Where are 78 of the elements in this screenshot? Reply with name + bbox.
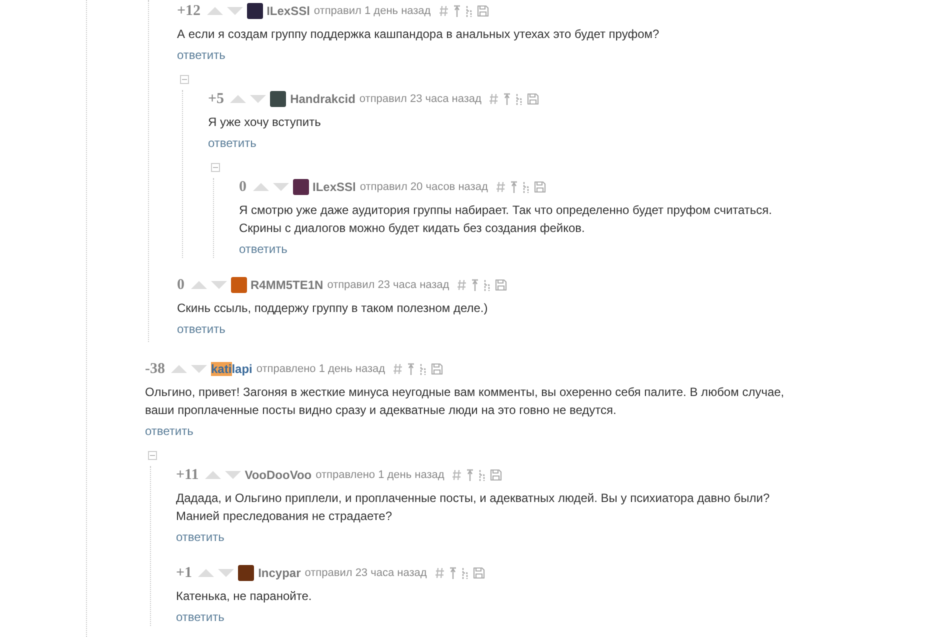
save-icon[interactable] [534, 181, 546, 193]
rating: 0 [177, 276, 184, 294]
reply-link[interactable]: ответить [145, 422, 194, 440]
arrow-up-icon[interactable] [510, 180, 518, 194]
post-time: отправил 23 часа назад [327, 279, 450, 291]
branch-icon[interactable] [522, 180, 530, 194]
rating: +11 [176, 466, 199, 484]
comment-text: Ольгино, привет! Загоняя в жесткие минуса неугодные вам комменты, вы охеренно себя палите. В любом случае, ваши проплаченные посты видно сразу и адекватные люди на это говно не ведутся. [145, 384, 786, 419]
arrow-up-icon[interactable] [407, 362, 416, 376]
reply-link[interactable]: ответить [239, 240, 288, 258]
save-icon[interactable] [527, 93, 540, 105]
author-name[interactable]: Handrakcid [290, 92, 356, 106]
upvote-icon[interactable] [206, 7, 223, 15]
avatar[interactable] [270, 91, 286, 107]
post-time: отправил 1 день назад [314, 5, 431, 17]
comment-text: Я смотрю уже даже аудитория группы набирает. Так что определенно будет пруфом считаться. Скрины с диалогов можно будет кидать без создания фейков. [239, 202, 774, 237]
comment-text: Катенька, не паранойте. [176, 588, 313, 605]
save-icon[interactable] [490, 469, 502, 481]
upvote-icon[interactable] [171, 365, 187, 373]
rating: +1 [176, 564, 192, 582]
post-time: отправил 20 часов назад [360, 181, 488, 193]
author-name[interactable]: VooDooVoo [244, 468, 312, 482]
post-time: отправлено 1 день назад [316, 469, 444, 481]
post-time: отправлено 1 день назад [256, 363, 386, 375]
upvote-icon[interactable] [230, 95, 246, 103]
upvote-icon[interactable] [252, 183, 268, 191]
reply-link[interactable]: ответить [208, 134, 256, 152]
hash-icon[interactable] [452, 469, 462, 481]
save-icon[interactable] [495, 279, 508, 291]
arrow-up-icon[interactable] [452, 4, 461, 18]
comment-text: Я уже хочу вступить [208, 114, 322, 131]
downvote-icon[interactable] [224, 471, 241, 479]
hash-icon[interactable] [496, 181, 506, 193]
downvote-icon[interactable] [191, 365, 207, 373]
avatar[interactable] [238, 565, 254, 581]
branch-icon[interactable] [460, 566, 469, 580]
arrow-up-icon[interactable] [471, 278, 480, 292]
save-icon[interactable] [472, 567, 485, 579]
post-time: отправил 23 часа назад [359, 93, 482, 105]
arrow-up-icon[interactable] [503, 92, 512, 106]
post-time: отправил 23 часа назад [304, 567, 427, 579]
avatar[interactable] [246, 3, 263, 19]
comment-text: Скинь ссыль, поддержу группу в таком полезном деле.) [177, 300, 489, 317]
upvote-icon[interactable] [198, 569, 214, 577]
author-name[interactable]: R4MM5TE1N [250, 278, 324, 292]
avatar[interactable] [292, 179, 308, 195]
author-name[interactable]: Incypar [258, 566, 301, 580]
collapse-icon[interactable] [180, 75, 189, 84]
reply-link[interactable]: ответить [176, 528, 224, 546]
hash-icon[interactable] [438, 5, 449, 17]
rating: +12 [177, 2, 201, 20]
hash-icon[interactable] [393, 363, 404, 375]
save-icon[interactable] [431, 363, 444, 375]
save-icon[interactable] [476, 5, 489, 17]
author-name[interactable]: ILexSSl [266, 4, 310, 18]
reply-link[interactable]: ответить [177, 46, 226, 64]
branch-icon[interactable] [515, 92, 524, 106]
rating: +5 [208, 90, 224, 108]
upvote-icon[interactable] [190, 281, 206, 289]
branch-icon[interactable] [419, 362, 428, 376]
branch-icon[interactable] [478, 468, 486, 482]
upvote-icon[interactable] [204, 471, 221, 479]
collapse-icon[interactable] [148, 451, 157, 460]
branch-icon[interactable] [464, 4, 473, 18]
collapse-icon[interactable] [211, 163, 220, 172]
reply-link[interactable]: ответить [176, 608, 224, 626]
hash-icon[interactable] [489, 93, 500, 105]
hash-icon[interactable] [434, 567, 445, 579]
author-name[interactable]: ILexSSl [312, 180, 356, 194]
comment-text: Дадада, и Ольгино приплели, и проплаченные посты, и адекватных людей. Вы у психиатора давно были? Манией преследования не страдаете? [176, 490, 771, 525]
branch-icon[interactable] [483, 278, 492, 292]
reply-link[interactable]: ответить [177, 320, 226, 338]
hash-icon[interactable] [457, 279, 468, 291]
arrow-up-icon[interactable] [466, 468, 474, 482]
rating: -38 [145, 360, 165, 378]
arrow-up-icon[interactable] [448, 566, 457, 580]
comment-text: А если я создам группу поддержка кашпандора в анальных утехах это будет пруфом? [177, 26, 660, 43]
rating: 0 [239, 178, 246, 196]
